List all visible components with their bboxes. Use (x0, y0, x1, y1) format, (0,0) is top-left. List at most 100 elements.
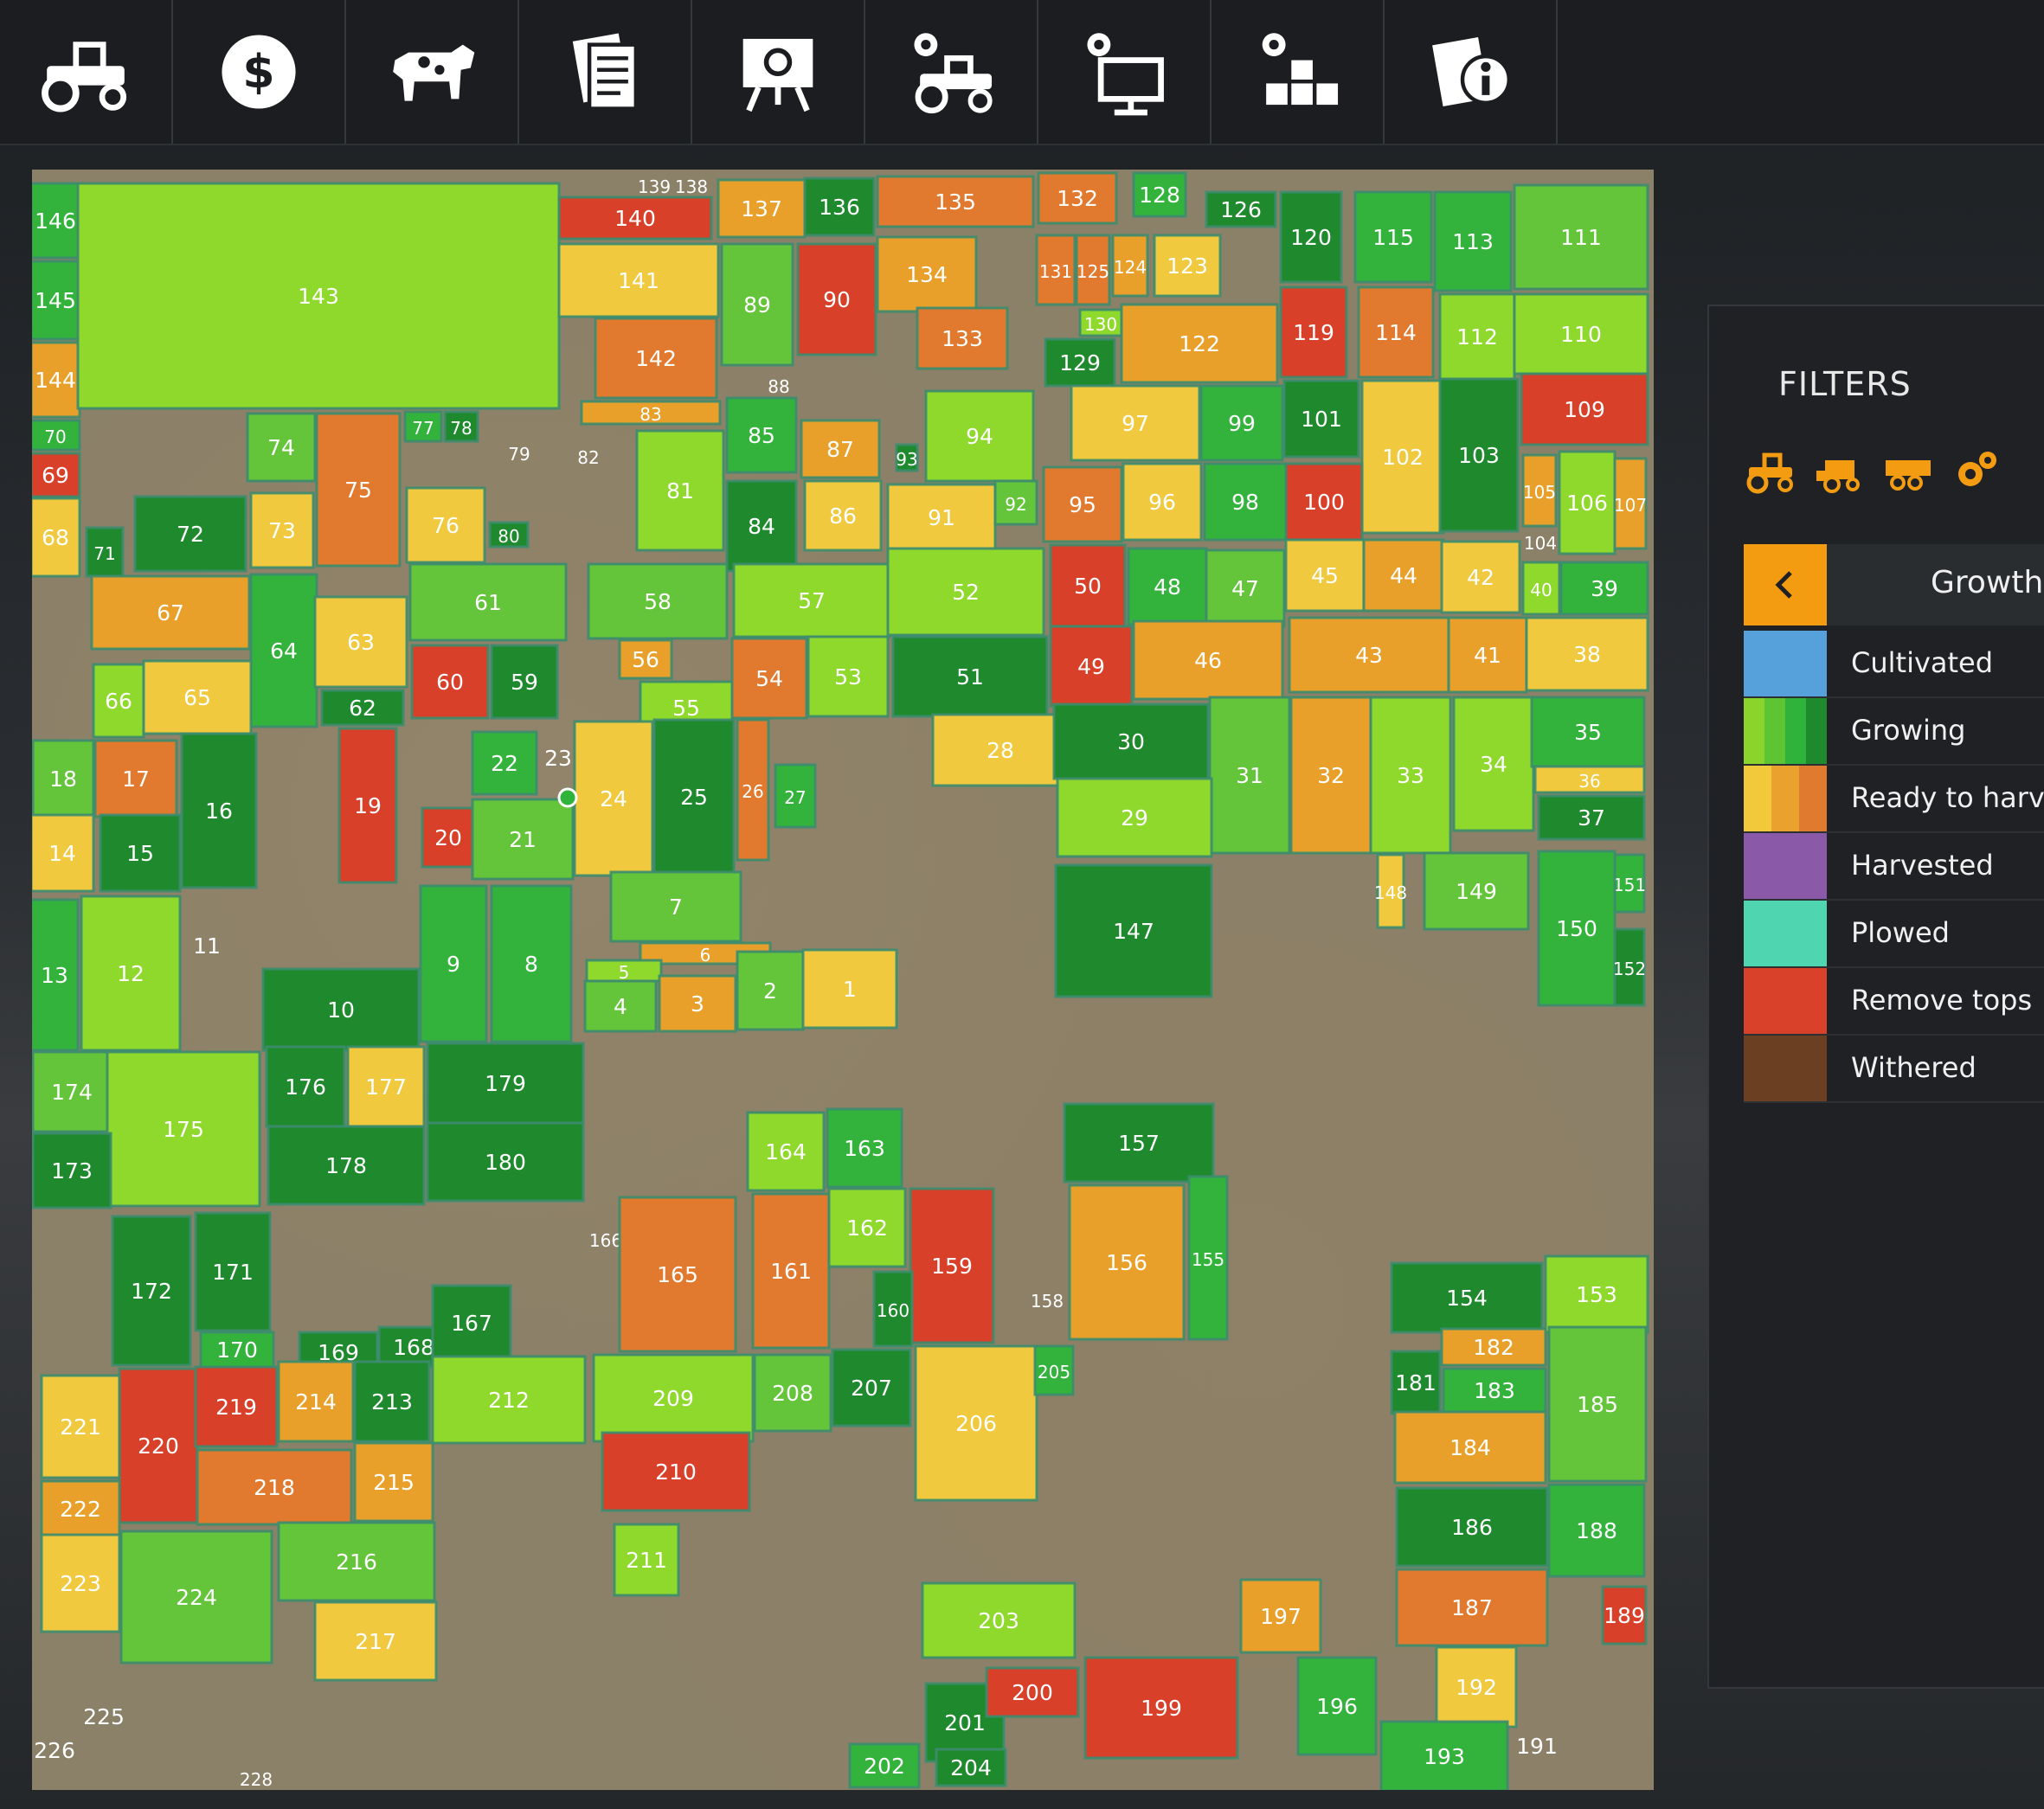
field-76[interactable]: 76 (405, 486, 486, 564)
field-93[interactable]: 93 (895, 443, 919, 472)
legend-item-cultivated[interactable]: Cultivated (1744, 631, 2044, 698)
field-140[interactable]: 140 (557, 196, 713, 241)
field-96[interactable]: 96 (1122, 462, 1203, 542)
field-131[interactable]: 131 (1035, 234, 1077, 306)
tab-finances[interactable]: $ (173, 0, 346, 144)
field-58[interactable]: 58 (587, 562, 729, 640)
field-177[interactable]: 177 (346, 1045, 426, 1128)
field-193[interactable]: 193 (1379, 1720, 1509, 1790)
field-210[interactable]: 210 (601, 1431, 751, 1512)
field-171[interactable]: 171 (194, 1211, 272, 1332)
trailer-icon[interactable] (1882, 445, 1934, 497)
field-222[interactable]: 222 (40, 1479, 121, 1538)
field-133[interactable]: 133 (916, 306, 1009, 370)
tab-statistics[interactable] (692, 0, 865, 144)
field-114[interactable]: 114 (1357, 285, 1435, 379)
field-75[interactable]: 75 (315, 412, 402, 568)
farmland-map[interactable]: 146 145 144 70 69 68 71 143 140 139 138 137 136 135 13… (32, 170, 1654, 1790)
tab-contracts[interactable] (519, 0, 692, 144)
field-182[interactable]: 182 (1440, 1327, 1547, 1367)
field-187[interactable]: 187 (1395, 1568, 1549, 1647)
field-162[interactable]: 162 (827, 1187, 907, 1268)
field-200[interactable]: 200 (985, 1666, 1080, 1718)
field-105[interactable]: 105 (1521, 453, 1558, 528)
field-51[interactable]: 51 (891, 635, 1049, 718)
field-68[interactable]: 68 (32, 497, 81, 578)
field-143[interactable]: 143 (76, 182, 561, 410)
field-205[interactable]: 205 (1033, 1344, 1075, 1396)
field-128[interactable]: 128 (1132, 171, 1187, 218)
field-209[interactable]: 209 (592, 1353, 755, 1443)
field-67[interactable]: 67 (90, 574, 251, 651)
harvester-icon[interactable] (1813, 445, 1865, 497)
field-119[interactable]: 119 (1279, 285, 1348, 379)
field-212[interactable]: 212 (431, 1355, 587, 1445)
field-49[interactable]: 49 (1049, 625, 1134, 708)
field-153[interactable]: 153 (1544, 1254, 1649, 1334)
field-148[interactable]: 148 (1374, 853, 1407, 929)
field-174[interactable]: 174 (32, 1050, 112, 1133)
field-80[interactable]: 80 (488, 521, 530, 548)
field-92[interactable]: 92 (993, 479, 1038, 526)
field-170[interactable]: 170 (199, 1331, 275, 1369)
field-50[interactable]: 50 (1049, 543, 1127, 628)
field-197[interactable]: 197 (1239, 1578, 1322, 1654)
field-23[interactable]: 23 (544, 746, 572, 771)
field-179[interactable]: 179 (426, 1042, 585, 1125)
field-35[interactable]: 35 (1530, 696, 1646, 768)
field-178[interactable]: 178 (267, 1125, 426, 1206)
field-184[interactable]: 184 (1393, 1410, 1547, 1485)
field-203[interactable]: 203 (921, 1581, 1077, 1659)
field-150[interactable]: 150 (1537, 850, 1617, 1007)
field-134[interactable]: 134 (876, 235, 978, 313)
field-101[interactable]: 101 (1282, 379, 1360, 459)
field-186[interactable]: 186 (1395, 1486, 1549, 1568)
field-196[interactable]: 196 (1296, 1656, 1378, 1756)
field-57[interactable]: 57 (732, 562, 891, 638)
field-4[interactable]: 4 (583, 979, 658, 1033)
field-208[interactable]: 208 (753, 1353, 832, 1433)
field-41[interactable]: 41 (1447, 616, 1528, 694)
field-79[interactable]: 79 (508, 444, 530, 465)
field-163[interactable]: 163 (826, 1107, 903, 1189)
field-13[interactable]: 13 (32, 898, 80, 1052)
field-77[interactable]: 77 (403, 410, 443, 443)
field-70[interactable]: 70 (32, 419, 81, 452)
field-65[interactable]: 65 (142, 659, 253, 735)
field-181[interactable]: 181 (1390, 1350, 1442, 1415)
field-120[interactable]: 120 (1279, 190, 1343, 284)
field-149[interactable]: 149 (1423, 851, 1530, 931)
field-156[interactable]: 156 (1068, 1184, 1186, 1341)
field-78[interactable]: 78 (443, 410, 479, 443)
tab-garage[interactable] (865, 0, 1038, 144)
field-73[interactable]: 73 (249, 491, 315, 569)
field-44[interactable]: 44 (1362, 538, 1445, 613)
legend-item-growing[interactable]: Growing (1744, 698, 2044, 766)
field-99[interactable]: 99 (1199, 384, 1284, 462)
field-1[interactable]: 1 (801, 948, 898, 1030)
field-155[interactable]: 155 (1187, 1175, 1229, 1341)
field-214[interactable]: 214 (277, 1360, 355, 1443)
legend-item-withered[interactable]: Withered (1744, 1036, 2044, 1103)
field-113[interactable]: 113 (1433, 190, 1513, 292)
field-204[interactable]: 204 (935, 1748, 1007, 1787)
field-123[interactable]: 123 (1153, 234, 1222, 298)
field-86[interactable]: 86 (803, 479, 883, 552)
field-191[interactable]: 191 (1516, 1734, 1558, 1759)
field-138[interactable]: 138 (675, 176, 708, 197)
field-71[interactable]: 71 (85, 526, 125, 578)
field-102[interactable]: 102 (1360, 379, 1445, 535)
field-103[interactable]: 103 (1438, 377, 1520, 533)
field-147[interactable]: 147 (1054, 863, 1213, 998)
field-110[interactable]: 110 (1513, 292, 1649, 375)
field-199[interactable]: 199 (1083, 1656, 1239, 1760)
field-107[interactable]: 107 (1613, 457, 1648, 550)
field-136[interactable]: 136 (803, 176, 876, 237)
field-167[interactable]: 167 (431, 1284, 512, 1362)
tab-settings[interactable] (1038, 0, 1212, 144)
field-22[interactable]: 22 (471, 730, 538, 796)
field-61[interactable]: 61 (408, 562, 568, 642)
field-202[interactable]: 202 (848, 1742, 921, 1789)
field-161[interactable]: 161 (751, 1192, 831, 1350)
field-19[interactable]: 19 (337, 727, 398, 884)
